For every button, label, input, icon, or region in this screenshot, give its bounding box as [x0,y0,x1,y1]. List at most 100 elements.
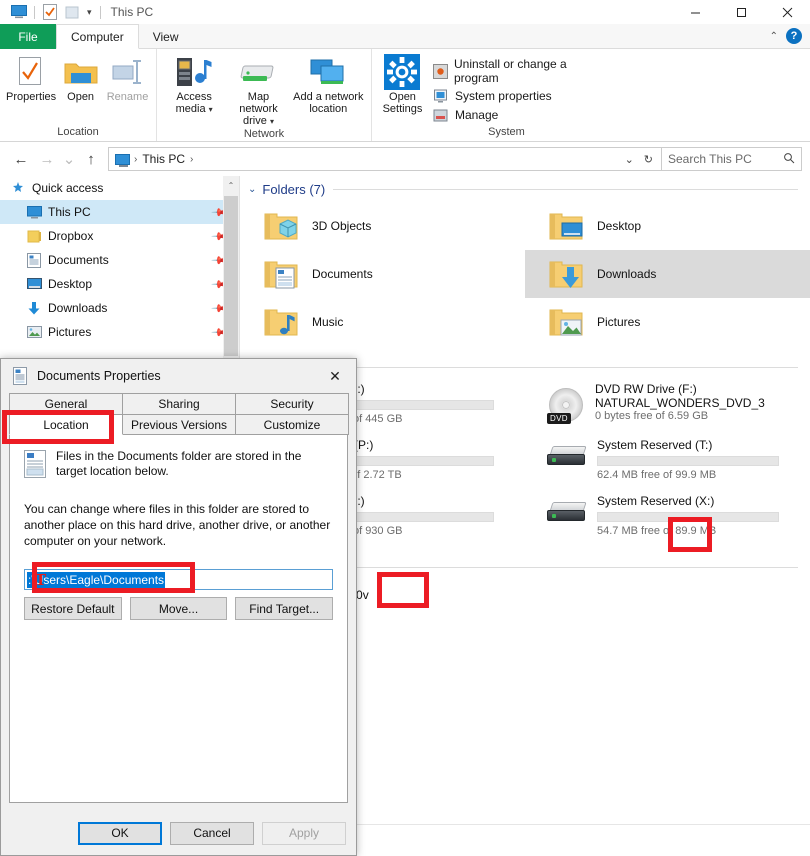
apply-button[interactable]: Apply [262,821,346,845]
quick-access-star-icon [10,180,26,196]
tab-general[interactable]: General [9,393,123,414]
ribbon-group-label-location: Location [57,126,99,138]
access-media-button[interactable]: Access media ▾ [163,51,225,116]
tab-customize[interactable]: Customize [235,414,349,435]
ok-button[interactable]: OK [78,821,162,845]
tab-security[interactable]: Security [235,393,349,414]
tab-sharing[interactable]: Sharing [122,393,236,414]
dialog-title: Documents Properties [37,369,161,383]
dialog-footer: OK Cancel Apply [1,811,356,855]
collapse-ribbon-icon[interactable]: ⌃ [770,31,778,42]
sidebar-item-quick-access[interactable]: Quick access [0,176,239,200]
back-button[interactable]: ← [8,146,34,172]
up-button[interactable]: ↑ [78,146,104,172]
folder-tile-desktop[interactable]: Desktop [525,202,810,250]
find-target-button[interactable]: Find Target... [235,597,334,620]
tab-previous-versions[interactable]: Previous Versions [122,414,236,435]
folder-tile-pictures[interactable]: Pictures [525,298,810,346]
folder-documents-icon [262,254,302,294]
system-properties-label: System properties [454,89,552,103]
group-rule [335,366,798,368]
chevron-down-icon[interactable]: ⌄ [248,184,256,195]
ribbon-right-controls: ⌃ ? [770,24,810,48]
folder-downloads-icon [547,254,587,294]
cancel-button[interactable]: Cancel [170,821,254,845]
search-input[interactable]: Search This PC [662,147,802,171]
ribbon-tab-strip: File Computer View ⌃ ? [0,24,810,49]
refresh-icon[interactable]: ↻ [640,153,657,166]
new-folder-icon[interactable] [61,1,83,23]
location-action-buttons: Restore Default Move... Find Target... [24,597,334,620]
forward-button[interactable]: → [34,146,60,172]
sidebar-scroll-thumb[interactable] [224,196,238,356]
map-network-drive-icon [239,55,277,89]
close-button[interactable] [764,0,810,24]
sidebar-item-pictures[interactable]: Pictures 📌 [0,320,239,344]
dialog-close-button[interactable]: ✕ [320,363,350,389]
recent-locations-icon[interactable]: ⌄ [60,146,78,172]
sidebar-item-dropbox[interactable]: Dropbox 📌 [0,224,239,248]
this-pc-icon[interactable] [8,1,30,23]
chevron-down-icon[interactable]: ▾ [83,7,96,18]
properties-button[interactable]: Properties [6,51,56,103]
breadcrumb-this-pc[interactable]: This PC [140,152,187,166]
ribbon-group-label-network: Network [243,128,285,140]
drive-row-t[interactable]: System Reserved (T:) 62.4 MB free of 99.… [525,436,810,492]
open-button[interactable]: Open [58,51,103,103]
restore-default-button[interactable]: Restore Default [24,597,122,620]
tab-location[interactable]: Location [9,414,123,435]
ribbon-group-system: Open Settings Uninstall or change a prog… [371,49,611,141]
folder-tiles: 3D Objects Desktop Documents Downloads M… [240,202,810,346]
move-button[interactable]: Move... [129,597,228,620]
uninstall-or-change-program-item[interactable]: Uninstall or change a program [432,57,605,85]
desktop-icon [26,276,42,292]
maximize-button[interactable] [718,0,764,24]
minimize-button[interactable] [672,0,718,24]
map-network-drive-button[interactable]: Map network drive ▾ [227,51,289,128]
toolbar-divider [34,5,35,19]
location-path-input[interactable]: :\Users\Eagle\Documents [24,569,333,590]
properties-icon[interactable] [39,1,61,23]
drive-row-f[interactable]: DVD DVD RW Drive (F:) NATURAL_WONDERS_DV… [525,380,810,436]
tab-file[interactable]: File [0,24,56,49]
system-properties-item[interactable]: System properties [433,88,605,104]
folder-tile-3d-objects[interactable]: 3D Objects [240,202,525,250]
manage-item[interactable]: Manage [433,107,605,123]
folder-tile-downloads[interactable]: Downloads [525,250,810,298]
folder-tile-documents[interactable]: Documents [240,250,525,298]
address-bar: ← → ⌄ ↑ › This PC › ⌄ ↻ Search This PC [0,142,810,176]
downloads-arrow-icon [26,300,42,316]
folder-3d-objects-icon [262,206,302,246]
sidebar-item-desktop[interactable]: Desktop 📌 [0,272,239,296]
dvd-icon: DVD [547,388,587,424]
chevron-down-icon[interactable]: ▾ [209,105,213,114]
add-network-location-button[interactable]: Add a network location [292,51,365,115]
folder-label: Desktop [597,219,642,233]
chevron-down-icon[interactable]: ▾ [270,117,274,126]
tab-view[interactable]: View [139,24,193,49]
drive-name: System Reserved (T:) [597,438,713,452]
address-dropdown-icon[interactable]: ⌄ [621,153,638,166]
documents-properties-dialog: Documents Properties ✕ General Sharing S… [0,358,357,856]
open-settings-button[interactable]: Open Settings [378,51,427,115]
group-header-folders[interactable]: ⌄ Folders (7) [240,176,810,202]
breadcrumb-bar[interactable]: › This PC › ⌄ ↻ [108,147,662,171]
rename-button[interactable]: Rename [105,51,150,103]
open-folder-icon [64,55,98,89]
dialog-tab-row-1: General Sharing Security [9,393,349,414]
sidebar-label: Dropbox [48,229,94,243]
access-media-label: Access media [175,91,212,115]
tab-computer[interactable]: Computer [56,24,139,49]
folder-label: Pictures [597,315,641,329]
help-icon[interactable]: ? [786,28,802,44]
sidebar-item-downloads[interactable]: Downloads 📌 [0,296,239,320]
sidebar-item-this-pc[interactable]: This PC 📌 [0,200,239,224]
location-paragraph: You can change where files in this folde… [24,502,331,548]
access-media-icon [176,55,212,89]
drive-row-x[interactable]: System Reserved (X:) 54.7 MB free of 89.… [525,492,810,548]
search-placeholder: Search This PC [668,152,752,166]
window-controls [672,0,810,24]
sidebar-item-documents[interactable]: Documents 📌 [0,248,239,272]
scroll-up-icon[interactable]: ⌃ [223,176,239,194]
folder-tile-music[interactable]: Music [240,298,525,346]
